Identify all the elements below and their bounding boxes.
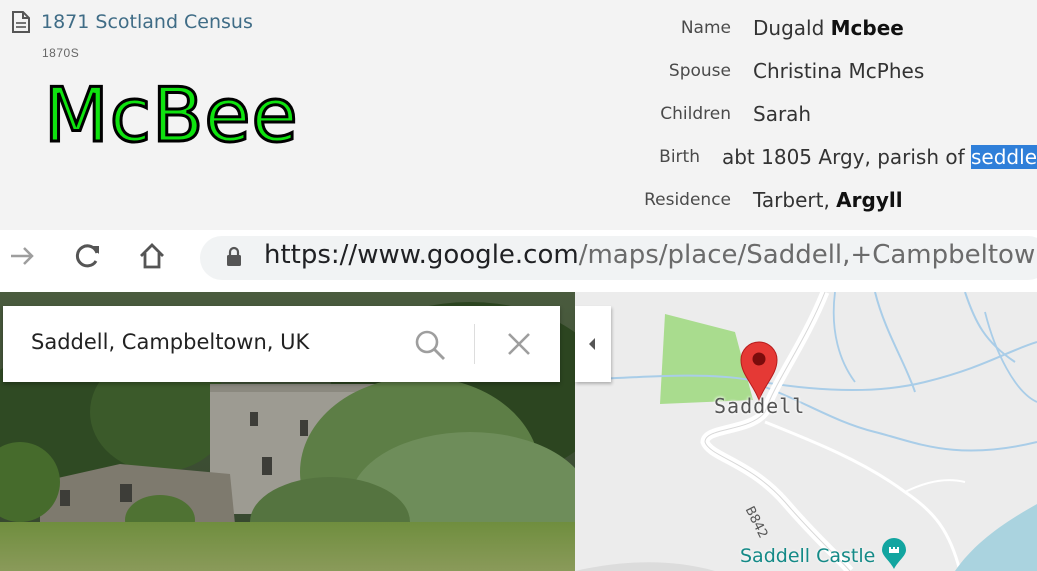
- reload-icon[interactable]: [72, 240, 104, 272]
- fact-row-spouse: Spouse Christina McPhes: [560, 56, 1037, 86]
- fact-value-text: abt 1805 Argy, parish of: [721, 145, 972, 169]
- fact-value: Dugald Mcbee: [753, 16, 904, 40]
- maps-view: Saddell B842 Saddell Castle: [0, 292, 1037, 571]
- fact-value-bold: Argyll: [836, 188, 903, 212]
- search-input[interactable]: [31, 330, 411, 354]
- record-year: 1870S: [42, 46, 80, 60]
- fact-label: Residence: [644, 190, 731, 210]
- fact-label: Name: [680, 18, 731, 38]
- record-link[interactable]: 1871 Scotland Census: [12, 11, 253, 33]
- fact-value-text: Tarbert,: [753, 188, 837, 212]
- fact-value: Tarbert, Argyll: [753, 188, 903, 212]
- census-record-panel: 1871 Scotland Census 1870S McBee Name Du…: [0, 0, 1037, 230]
- fact-value: Christina McPhes: [753, 59, 924, 83]
- selected-text-highlight: seddle: [971, 145, 1037, 169]
- fact-value-bold: Mcbee: [830, 16, 904, 40]
- url-path: /maps/place/Saddell,+Campbeltown+: [578, 240, 1037, 270]
- map-canvas[interactable]: Saddell B842 Saddell Castle: [575, 292, 1037, 571]
- fact-value: abt 1805 Argy, parish of seddle: [722, 145, 1037, 169]
- close-icon[interactable]: [505, 330, 533, 358]
- lock-icon[interactable]: [226, 246, 242, 266]
- place-label[interactable]: Saddell: [714, 394, 805, 418]
- forward-arrow-icon[interactable]: [6, 240, 38, 272]
- fact-value: Sarah: [753, 102, 811, 126]
- fact-row-children: Children Sarah: [560, 99, 1037, 129]
- document-icon: [12, 11, 30, 33]
- browser-toolbar: https://www.google.com/maps/place/Saddel…: [0, 230, 1037, 286]
- map-search-box: [3, 306, 560, 382]
- map-pin-icon[interactable]: [739, 340, 779, 402]
- fact-label: Birth: [659, 147, 700, 167]
- landmark-pin-icon[interactable]: [881, 538, 907, 570]
- fact-row-name: Name Dugald Mcbee: [560, 13, 1037, 43]
- record-title[interactable]: 1871 Scotland Census: [41, 11, 253, 33]
- fact-label: Spouse: [668, 61, 731, 81]
- fact-value-text: Dugald: [753, 16, 831, 40]
- url-text[interactable]: https://www.google.com/maps/place/Saddel…: [264, 240, 1037, 270]
- poi-label[interactable]: Saddell Castle: [740, 545, 875, 567]
- search-icon[interactable]: [413, 328, 447, 362]
- fact-row-residence: Residence Tarbert, Argyll: [560, 185, 1037, 215]
- fact-label: Children: [660, 104, 731, 124]
- fact-value-text: Sarah: [753, 102, 812, 126]
- home-icon[interactable]: [136, 240, 168, 272]
- collapse-arrow-icon: [589, 338, 595, 350]
- search-divider: [474, 324, 475, 364]
- surname-banner: McBee: [43, 71, 300, 159]
- fact-value-text: Christina McPhes: [753, 59, 925, 83]
- collapse-panel-button[interactable]: [575, 306, 611, 382]
- url-domain: https://www.google.com: [264, 240, 579, 270]
- map-graphics: [575, 292, 1037, 571]
- fact-row-birth: Birth abt 1805 Argy, parish of seddle: [560, 142, 1037, 172]
